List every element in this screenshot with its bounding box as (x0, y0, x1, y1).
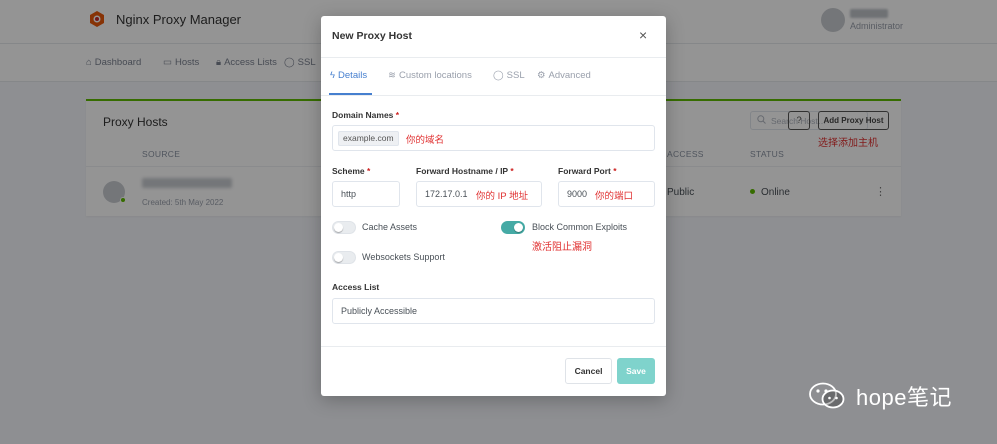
scheme-value: http (341, 189, 357, 199)
divider (321, 346, 666, 347)
tab-advanced[interactable]: ⚙ Advanced (537, 70, 591, 81)
label-text: Forward Hostname / IP (416, 166, 508, 176)
domain-chip[interactable]: example.com (338, 131, 399, 146)
cache-assets-label: Cache Assets (362, 222, 418, 232)
toggle-knob (334, 223, 343, 232)
divider (321, 57, 666, 58)
toggle-knob (514, 223, 523, 232)
wechat-icon (809, 382, 845, 409)
shield-icon: ◯ (493, 70, 504, 81)
forward-port-label: Forward Port * (558, 166, 617, 176)
access-list-value: Publicly Accessible (341, 306, 418, 316)
required-mark: * (366, 166, 371, 176)
layers-icon: ≋ (388, 70, 396, 81)
forward-port-value: 9000 (567, 189, 588, 199)
tab-custom-locations[interactable]: ≋ Custom locations (388, 70, 472, 81)
forward-hostname-input[interactable]: 172.17.0.1 你的 IP 地址 (416, 181, 542, 207)
cache-assets-toggle[interactable] (332, 221, 356, 234)
save-button[interactable]: Save (617, 358, 655, 384)
forward-port-input[interactable]: 9000 你的端口 (558, 181, 655, 207)
required-mark: * (613, 166, 617, 176)
required-mark: * (510, 166, 514, 176)
forward-hostname-value: 172.17.0.1 (425, 189, 468, 199)
gear-icon: ⚙ (537, 70, 546, 81)
bolt-icon: ϟ (330, 70, 336, 81)
watermark: hope笔记 (808, 380, 952, 412)
forward-hostname-label: Forward Hostname / IP * (416, 166, 514, 176)
websockets-toggle[interactable] (332, 251, 356, 264)
tab-label: Advanced (548, 70, 591, 81)
block-exploits-label: Block Common Exploits (532, 222, 628, 232)
access-list-label: Access List (332, 282, 380, 292)
divider (321, 95, 666, 96)
label-text: Scheme (332, 166, 365, 176)
domain-names-input[interactable]: example.com 你的域名 (332, 125, 655, 151)
modal-title: New Proxy Host (332, 30, 412, 42)
toggle-knob (334, 253, 343, 262)
cancel-button[interactable]: Cancel (565, 358, 612, 384)
scheme-label: Scheme * (332, 166, 370, 176)
close-icon[interactable]: × (639, 27, 647, 43)
websockets-label: Websockets Support (362, 252, 445, 262)
label-text: Domain Names (332, 110, 394, 120)
scheme-select[interactable]: http (332, 181, 400, 207)
forward-hostname-note: 你的 IP 地址 (476, 191, 529, 202)
tab-label: Custom locations (398, 70, 472, 81)
forward-port-note: 你的端口 (595, 191, 634, 202)
required-mark: * (395, 110, 400, 120)
domain-names-label: Domain Names * (332, 110, 399, 120)
block-exploits-note: 激活阻止漏洞 (532, 242, 592, 253)
domain-note: 你的域名 (406, 135, 445, 146)
tab-details[interactable]: ϟ Details (330, 70, 367, 81)
block-exploits-toggle[interactable] (501, 221, 525, 234)
label-text: Forward Port (558, 166, 611, 176)
new-proxy-host-modal: New Proxy Host × ϟ Details ≋ Custom locati… (321, 16, 666, 396)
tab-ssl[interactable]: ◯ SSL (493, 70, 525, 81)
tab-label: Details (338, 70, 368, 81)
watermark-text: hope笔记 (856, 385, 952, 410)
tab-label: SSL (506, 70, 525, 81)
access-list-select[interactable]: Publicly Accessible (332, 298, 655, 324)
